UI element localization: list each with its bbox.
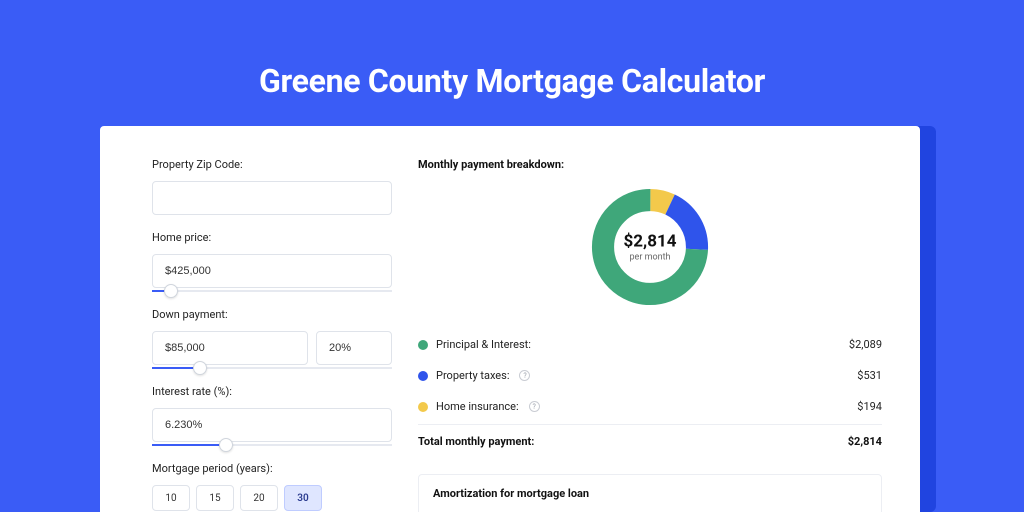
period-group: Mortgage period (years): 10 15 20 30 (152, 462, 402, 511)
down-payment-group: Down payment: (152, 308, 402, 369)
zip-group: Property Zip Code: (152, 158, 402, 215)
legend-label: Property taxes: (436, 369, 509, 382)
total-label: Total monthly payment: (418, 435, 534, 448)
legend-label: Principal & Interest: (436, 338, 531, 351)
down-amount-input[interactable] (152, 331, 308, 365)
donut-chart: $2,814 per month (588, 185, 712, 309)
calculator-card: Property Zip Code: Home price: Down paym… (100, 126, 920, 512)
amortization-panel: Amortization for mortgage loan Amortizat… (418, 474, 882, 512)
down-percent-input[interactable] (316, 331, 392, 365)
period-15-button[interactable]: 15 (196, 485, 234, 511)
period-10-button[interactable]: 10 (152, 485, 190, 511)
home-price-slider[interactable] (152, 290, 392, 292)
donut-sub: per month (624, 253, 677, 263)
amortization-heading: Amortization for mortgage loan (433, 487, 867, 500)
home-price-input[interactable] (152, 254, 392, 288)
slider-thumb[interactable] (164, 284, 178, 298)
down-payment-slider[interactable] (152, 367, 392, 369)
zip-input[interactable] (152, 181, 392, 215)
home-price-group: Home price: (152, 231, 402, 292)
rate-group: Interest rate (%): (152, 385, 402, 446)
rate-input[interactable] (152, 408, 392, 442)
slider-thumb[interactable] (219, 438, 233, 452)
dot-icon (418, 402, 428, 412)
help-icon[interactable]: ? (529, 401, 540, 412)
legend-value: $531 (857, 369, 882, 382)
rate-slider[interactable] (152, 444, 392, 446)
breakdown-column: Monthly payment breakdown: $2,814 (402, 142, 882, 512)
legend-value: $194 (857, 400, 882, 413)
slider-thumb[interactable] (193, 361, 207, 375)
rate-label: Interest rate (%): (152, 385, 402, 398)
form-column: Property Zip Code: Home price: Down paym… (100, 142, 402, 512)
dot-icon (418, 371, 428, 381)
legend-total: Total monthly payment: $2,814 (418, 424, 882, 460)
page-title: Greene County Mortgage Calculator (0, 0, 1024, 100)
legend-insurance: Home insurance: ? $194 (418, 391, 882, 422)
page-root: Greene County Mortgage Calculator Proper… (0, 0, 1024, 512)
breakdown-heading: Monthly payment breakdown: (418, 158, 882, 171)
down-payment-label: Down payment: (152, 308, 402, 321)
zip-label: Property Zip Code: (152, 158, 402, 171)
legend-label: Home insurance: (436, 400, 519, 413)
dot-icon (418, 340, 428, 350)
help-icon[interactable]: ? (519, 370, 530, 381)
donut-center: $2,814 per month (624, 232, 677, 263)
legend-principal: Principal & Interest: $2,089 (418, 329, 882, 360)
donut-wrap: $2,814 per month (418, 185, 882, 309)
outer-card: Property Zip Code: Home price: Down paym… (100, 126, 936, 512)
period-20-button[interactable]: 20 (240, 485, 278, 511)
legend-value: $2,089 (849, 338, 882, 351)
period-label: Mortgage period (years): (152, 462, 402, 475)
home-price-label: Home price: (152, 231, 402, 244)
period-30-button[interactable]: 30 (284, 485, 322, 511)
total-value: $2,814 (848, 435, 882, 448)
donut-amount: $2,814 (624, 232, 677, 252)
legend-taxes: Property taxes: ? $531 (418, 360, 882, 391)
